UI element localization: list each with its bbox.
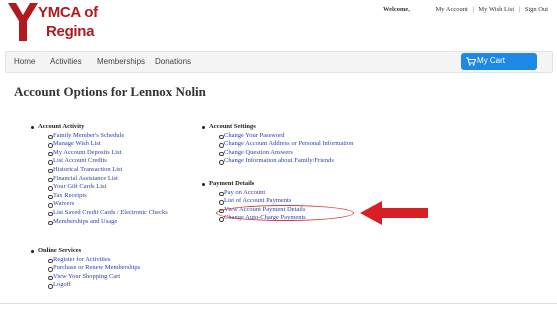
my-wish-list-link[interactable]: My Wish List [478,6,514,13]
list-item[interactable]: Memberships and Usage [48,218,168,227]
ymca-y-icon [8,3,38,41]
section-heading: Account Activity [31,123,168,132]
list-item[interactable]: Your Gift Cards List [48,183,168,192]
top-account-bar: Welcome, My Account | My Wish List | Sig… [383,6,548,13]
list-item[interactable]: Change Question Answers [218,149,353,158]
list-item[interactable]: List Account Credits [48,157,168,166]
ymca-logo[interactable]: YMCA of Regina [7,2,137,46]
list-item[interactable]: Change Your Password [218,132,353,141]
nav-home[interactable]: Home [14,57,35,66]
account-activity-section: Account Activity Family Member's Schedul… [31,123,168,226]
list-item[interactable]: Waivers [48,200,168,209]
cart-icon [466,57,476,66]
divider [0,303,557,304]
section-heading: Account Settings [202,123,353,132]
list-item[interactable]: My Account Deposits List [48,149,168,158]
list-item[interactable]: List Saved Credit Cards / Electronic Che… [48,209,168,218]
page-title: Account Options for Lennox Nolin [14,84,206,99]
brand-name-line2: Regina [46,23,95,40]
nav-activities[interactable]: Activities [50,57,82,66]
my-account-link[interactable]: My Account [436,6,468,13]
list-item[interactable]: Family Member's Schedule [48,132,168,141]
list-item[interactable]: Manage Wish List [48,140,168,149]
red-arrow-icon [360,201,428,225]
separator: | [472,6,474,13]
list-item[interactable]: Logoff [47,281,140,290]
account-settings-section: Account Settings Change Your Password Ch… [202,123,353,166]
list-item[interactable]: Pay on Account [219,189,306,198]
section-heading: Payment Details [202,180,306,189]
brand-name-line1: YMCA of [38,4,98,21]
list-item[interactable]: Register for Activities [47,256,140,265]
welcome-text: Welcome, [382,6,410,13]
cart-label: My Cart [477,56,505,65]
sign-out-link[interactable]: Sign Out [525,6,548,13]
list-item[interactable]: Change Information about Family/Friends [218,157,353,166]
list-item[interactable]: View Your Shopping Cart [47,273,140,282]
list-item[interactable]: Historical Transaction List [48,166,168,175]
separator: | [518,6,521,13]
online-services-section: Online Services Register for Activities … [31,247,140,290]
list-item[interactable]: Change Account Address or Personal Infor… [218,140,353,149]
list-item[interactable]: Financial Assistance List [48,175,168,184]
section-heading: Online Services [31,247,140,256]
my-cart-button[interactable]: My Cart [461,53,537,70]
main-navigation: Home Activities Memberships Donations My… [5,51,553,73]
list-item[interactable]: Tax Receipts [48,192,168,201]
nav-memberships[interactable]: Memberships [97,57,145,66]
highlight-ellipse [216,205,354,221]
nav-donations[interactable]: Donations [155,57,191,66]
list-item[interactable]: Purchase or Renew Memberships [47,264,140,273]
